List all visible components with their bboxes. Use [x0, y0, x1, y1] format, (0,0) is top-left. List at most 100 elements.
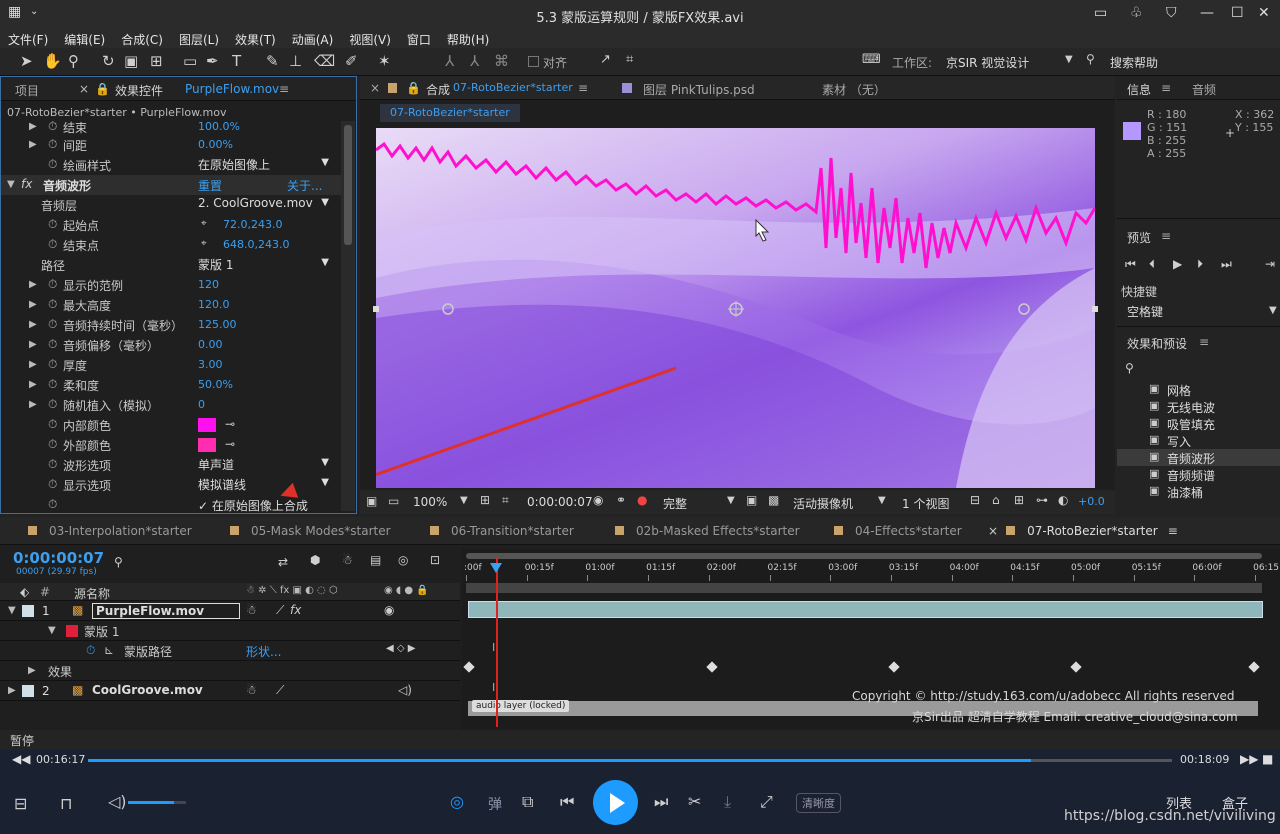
keyframe[interactable] — [1070, 661, 1082, 673]
effect-list-item[interactable]: ▣ 音频波形 — [1117, 449, 1280, 466]
camera-tool-icon[interactable]: ▣ — [124, 52, 138, 70]
play-icon[interactable]: ▶ — [1173, 257, 1182, 271]
expand-arrow-icon[interactable]: ▶ — [28, 665, 36, 676]
axis-world-icon[interactable]: ⅄ — [470, 52, 479, 70]
snap-icon[interactable]: ↗ — [600, 52, 611, 67]
effect-header-row[interactable]: ▼ fx 音频波形 重置 关于... — [1, 175, 341, 195]
effect-property-row[interactable]: ▶ ⏱ 音频持续时间（毫秒） 125.00 — [1, 315, 341, 335]
eraser-tool-icon[interactable]: ⌫ — [314, 52, 335, 70]
clone-stamp-tool-icon[interactable]: ⊥ — [289, 52, 302, 70]
workspace-select[interactable]: 京SIR 视觉设计 — [946, 54, 1029, 71]
stopwatch-icon[interactable]: ⏱ — [48, 457, 57, 472]
property-dropdown[interactable]: 在原始图像上 ▼ — [198, 156, 333, 173]
stopwatch-icon[interactable]: ⏱ — [48, 497, 57, 512]
axis-view-icon[interactable]: ⌘ — [494, 52, 509, 70]
chat-icon[interactable]: ▭ — [1094, 5, 1107, 21]
quality-icon[interactable]: ⟋ — [276, 603, 284, 618]
panel-menu-icon[interactable]: ≡ — [578, 81, 588, 95]
tab-preview[interactable]: 预览 — [1127, 229, 1151, 246]
eyedropper-icon[interactable]: ⊸ — [225, 417, 235, 431]
menu-composition[interactable]: 合成(C) — [113, 30, 171, 48]
work-area-bar[interactable] — [466, 553, 1262, 559]
shy-icon[interactable]: ☃ — [246, 603, 257, 617]
menu-animation[interactable]: 动画(A) — [284, 30, 342, 48]
stopwatch-icon[interactable]: ⏱ — [48, 397, 57, 412]
effect-property-row[interactable]: 路径 蒙版 1 ▼ — [1, 255, 341, 275]
layer-row[interactable]: ⏱ ⊾ 蒙版路径 形状... ◀ ◇ ▶ — [0, 641, 460, 661]
expand-arrow-icon[interactable]: ▶ — [29, 299, 37, 310]
current-time[interactable]: 0:00:00:07 — [527, 495, 593, 509]
search-help-input[interactable]: 搜索帮助 — [1110, 54, 1158, 71]
hand-tool-icon[interactable]: ✋ — [43, 52, 62, 70]
expand-arrow-icon[interactable]: ▶ — [29, 139, 37, 150]
puppet-tool-icon[interactable]: ✶ — [378, 52, 391, 70]
stopwatch-icon[interactable]: ⏱ — [48, 357, 57, 372]
layer-name[interactable]: 效果 — [48, 663, 72, 680]
crosshair-icon[interactable]: ⌖ — [201, 238, 207, 249]
next-icon[interactable]: ⏭ — [654, 792, 668, 812]
rectangle-tool-icon[interactable]: ▭ — [183, 52, 197, 70]
menu-layer[interactable]: 图层(L) — [171, 30, 227, 48]
shortcut-select[interactable]: 空格键 — [1127, 303, 1163, 320]
menu-view[interactable]: 视图(V) — [341, 30, 399, 48]
tab-audio[interactable]: 音频 — [1192, 81, 1216, 98]
menu-help[interactable]: 帮助(H) — [439, 30, 497, 48]
keyframe-navigator-icon[interactable]: ◀ ◇ ▶ — [386, 643, 415, 654]
scrollbar[interactable] — [341, 121, 355, 511]
layer-name[interactable]: 蒙版 1 — [84, 623, 119, 640]
keyframe[interactable] — [888, 661, 900, 673]
layer-1-bar[interactable] — [468, 601, 1263, 618]
effect-list-item[interactable]: ▣ 网格 — [1117, 381, 1280, 398]
expand-arrow-icon[interactable]: ▶ — [29, 359, 37, 370]
effect-property-row[interactable]: ▶ ⏱ 柔和度 50.0% — [1, 375, 341, 395]
timeline-tab[interactable]: × 07-RotoBezier*starter ≡ — [988, 524, 1178, 538]
expand-arrow-icon[interactable]: ▶ — [29, 339, 37, 350]
monitor-icon[interactable]: ▭ — [388, 494, 399, 508]
axis-local-icon[interactable]: ⅄ — [445, 52, 454, 70]
vr-icon[interactable]: ◎ — [450, 792, 464, 811]
fast-forward-icon[interactable]: ▶▶ — [1240, 752, 1258, 766]
minimize-icon[interactable]: — — [1200, 5, 1214, 21]
zoom-tool-icon[interactable]: ⚲ — [68, 52, 79, 70]
timeline-tab[interactable]: 04-Effects*starter — [834, 524, 962, 538]
effect-property-row[interactable]: ⏱ 结束点 ⌖ 648.0,243.0 — [1, 235, 341, 255]
effect-property-row[interactable]: ▶ ⏱ 结束 100.0% — [1, 117, 341, 137]
effect-list-item[interactable]: ▣ 写入 — [1117, 432, 1280, 449]
panel-menu-icon[interactable]: ≡ — [1161, 81, 1171, 95]
effect-property-row[interactable]: 音频层 2. CoolGroove.mov ▼ — [1, 195, 341, 215]
effect-property-row[interactable]: ⏱ 外部颜色 ⊸ — [1, 435, 341, 455]
close-icon[interactable]: × — [988, 524, 998, 538]
keyframe[interactable] — [706, 661, 718, 673]
expand-arrow-icon[interactable]: ▶ — [29, 279, 37, 290]
reset-exposure-icon[interactable]: ⌂ — [992, 493, 1000, 507]
volume-icon[interactable]: ◁) — [108, 792, 127, 811]
effect-list-item[interactable]: ▣ 吸管填充 — [1117, 415, 1280, 432]
panel-menu-icon[interactable]: ≡ — [1161, 229, 1171, 243]
property-value[interactable]: 0.00% — [198, 138, 233, 151]
brush-tool-icon[interactable]: ✎ — [266, 52, 279, 70]
time-ruler[interactable]: :00f 00:15f 01:00f 01:15f 02:00f 02:15f 03:00f… — [462, 561, 1280, 583]
safe-zones-icon[interactable]: ⊞ — [480, 493, 490, 507]
property-value[interactable]: 120.0 — [198, 298, 230, 311]
roi-icon[interactable]: ▣ — [746, 493, 757, 507]
chevron-down-icon[interactable]: ▼ — [878, 495, 886, 506]
stopwatch-icon[interactable]: ⏱ — [48, 237, 57, 252]
search-icon[interactable]: ⚲ — [1086, 52, 1095, 66]
effect-property-row[interactable]: ▶ ⏱ 音频偏移（毫秒） 0.00 — [1, 335, 341, 355]
settings-sliders-icon[interactable]: ⧉ — [522, 792, 533, 812]
draft-3d-icon[interactable]: ⬢ — [310, 553, 320, 567]
frame-blending-icon[interactable]: ▤ — [370, 553, 381, 567]
reset-link[interactable]: 重置 — [198, 177, 222, 194]
chevron-down-icon[interactable]: ▼ — [1269, 305, 1277, 316]
color-swatch[interactable] — [198, 438, 216, 452]
channel-icon[interactable]: ⚭ — [616, 493, 626, 507]
effect-property-row[interactable]: ▶ ⏱ 间距 0.00% — [1, 135, 341, 155]
close-icon[interactable]: × — [370, 81, 380, 95]
effect-property-row[interactable]: ⏱ 内部颜色 ⊸ — [1, 415, 341, 435]
layer-row[interactable]: ▼ 1 ▩ PurpleFlow.mov ☃ ⟋ fx ◉ — [0, 601, 460, 621]
shy-icon[interactable]: ☃ — [342, 553, 353, 567]
fx-icon[interactable]: fx — [21, 177, 32, 191]
layer-name[interactable]: CoolGroove.mov — [92, 683, 203, 697]
effect-property-row[interactable]: ⏱ 波形选项 单声道 ▼ — [1, 455, 341, 475]
tab-composition-label[interactable]: 合成 — [426, 81, 450, 98]
